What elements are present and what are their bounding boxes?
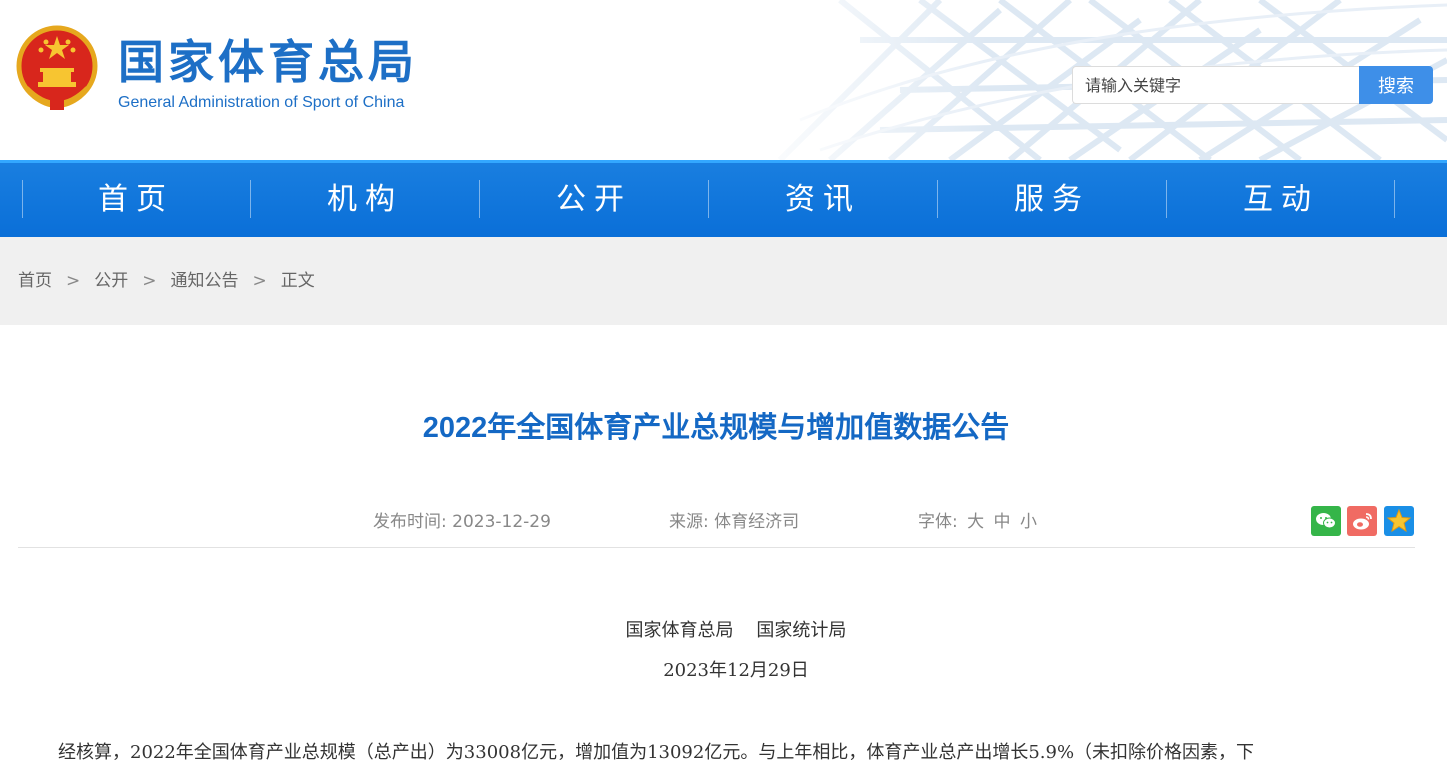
wechat-icon[interactable] xyxy=(1311,506,1341,536)
article-title: 2022年全国体育产业总规模与增加值数据公告 xyxy=(422,412,1010,444)
search-button[interactable]: 搜索 xyxy=(1359,66,1433,104)
publish-date-meta: 发布时间: 2023-12-29 xyxy=(373,508,551,536)
main-nav: 首页 机构 公开 资讯 服务 互动 xyxy=(0,160,1447,237)
search-input[interactable] xyxy=(1072,66,1362,104)
national-emblem-icon xyxy=(16,25,98,110)
article-body-paragraph: 经核算，2022年全国体育产业总规模（总产出）为33008亿元，增加值为1309… xyxy=(58,742,1255,763)
breadcrumb-notices[interactable]: 通知公告 xyxy=(171,271,239,291)
font-size-meta: 字体: 大 中 小 xyxy=(918,508,1037,536)
source-meta: 来源: 体育经济司 xyxy=(669,508,799,536)
nav-top-stripe xyxy=(0,160,1447,163)
font-size-label: 字体: xyxy=(918,512,958,532)
favorite-star-icon[interactable] xyxy=(1384,506,1414,536)
source-label: 来源: xyxy=(669,512,709,532)
site-header: 国家体育总局 General Administration of Sport o… xyxy=(0,0,1447,160)
nav-item-news[interactable]: 资讯 xyxy=(709,160,937,237)
font-size-large-button[interactable]: 大 xyxy=(967,512,984,532)
meta-divider xyxy=(18,547,1415,548)
breadcrumb-current: 正文 xyxy=(280,271,315,291)
breadcrumb-separator: > xyxy=(252,271,267,291)
font-size-small-button[interactable]: 小 xyxy=(1020,512,1037,532)
breadcrumb-separator: > xyxy=(142,271,157,291)
source-value: 体育经济司 xyxy=(714,512,800,532)
issuing-authorities: 国家体育总局 国家统计局 xyxy=(625,620,847,641)
nav-item-services[interactable]: 服务 xyxy=(938,160,1166,237)
nav-item-interaction[interactable]: 互动 xyxy=(1167,160,1395,237)
breadcrumb-separator: > xyxy=(66,271,81,291)
site-subtitle: General Administration of Sport of China xyxy=(118,94,405,111)
site-title: 国家体育总局 xyxy=(118,35,418,89)
nav-item-home[interactable]: 首页 xyxy=(22,160,250,237)
publish-date-label: 发布时间: xyxy=(373,512,447,532)
breadcrumb-home[interactable]: 首页 xyxy=(18,271,52,291)
nav-item-public[interactable]: 公开 xyxy=(480,160,708,237)
breadcrumb: 首页 > 公开 > 通知公告 > 正文 xyxy=(18,237,315,325)
breadcrumb-bar: 首页 > 公开 > 通知公告 > 正文 xyxy=(0,237,1447,325)
font-size-medium-button[interactable]: 中 xyxy=(994,512,1011,532)
weibo-icon[interactable] xyxy=(1347,506,1377,536)
breadcrumb-public[interactable]: 公开 xyxy=(94,271,128,291)
nav-divider xyxy=(1394,180,1395,218)
issue-date: 2023年12月29日 xyxy=(663,660,809,681)
nav-item-organization[interactable]: 机构 xyxy=(251,160,479,237)
publish-date-value: 2023-12-29 xyxy=(452,512,551,532)
